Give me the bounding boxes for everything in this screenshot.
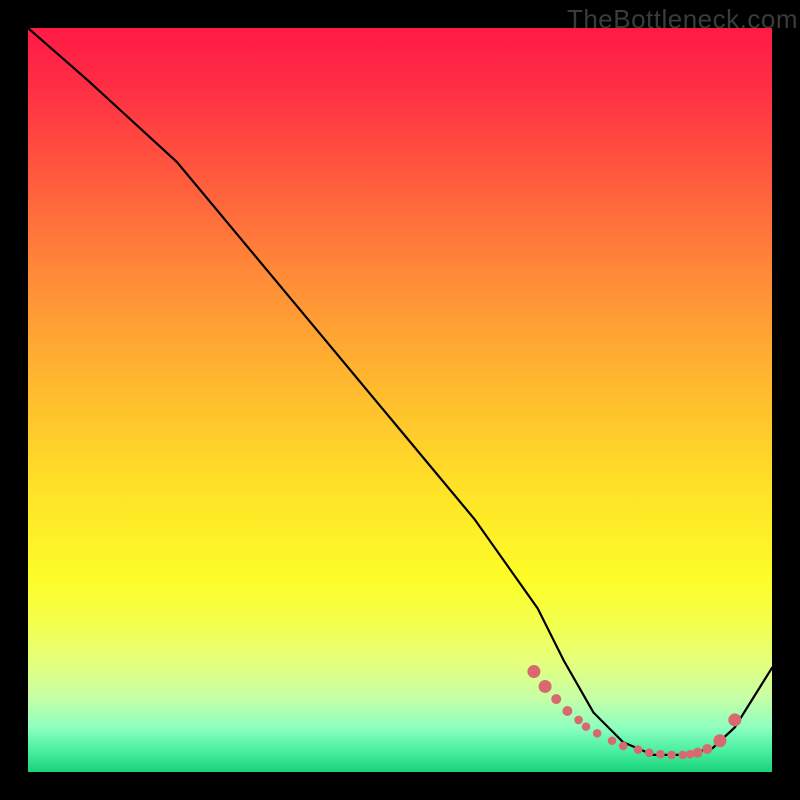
marker-dot: [667, 751, 676, 760]
curve-layer: [28, 28, 772, 772]
marker-dot: [634, 745, 643, 754]
marker-dot: [693, 748, 703, 758]
marker-dot: [562, 706, 572, 716]
marker-dot: [551, 694, 561, 704]
marker-dot: [656, 750, 665, 759]
marker-dots: [527, 665, 741, 759]
plot-area: [28, 28, 772, 772]
marker-dot: [619, 742, 628, 751]
marker-dot: [582, 722, 591, 731]
marker-dot: [678, 751, 687, 760]
marker-dot: [713, 734, 726, 747]
curve-line: [28, 28, 772, 755]
marker-dot: [645, 748, 654, 757]
chart-frame: TheBottleneck.com: [0, 0, 800, 800]
marker-dot: [608, 736, 617, 745]
marker-dot: [539, 680, 552, 693]
marker-dot: [728, 713, 741, 726]
marker-dot: [593, 729, 602, 738]
marker-dot: [702, 744, 712, 754]
marker-dot: [527, 665, 540, 678]
marker-dot: [574, 716, 583, 725]
